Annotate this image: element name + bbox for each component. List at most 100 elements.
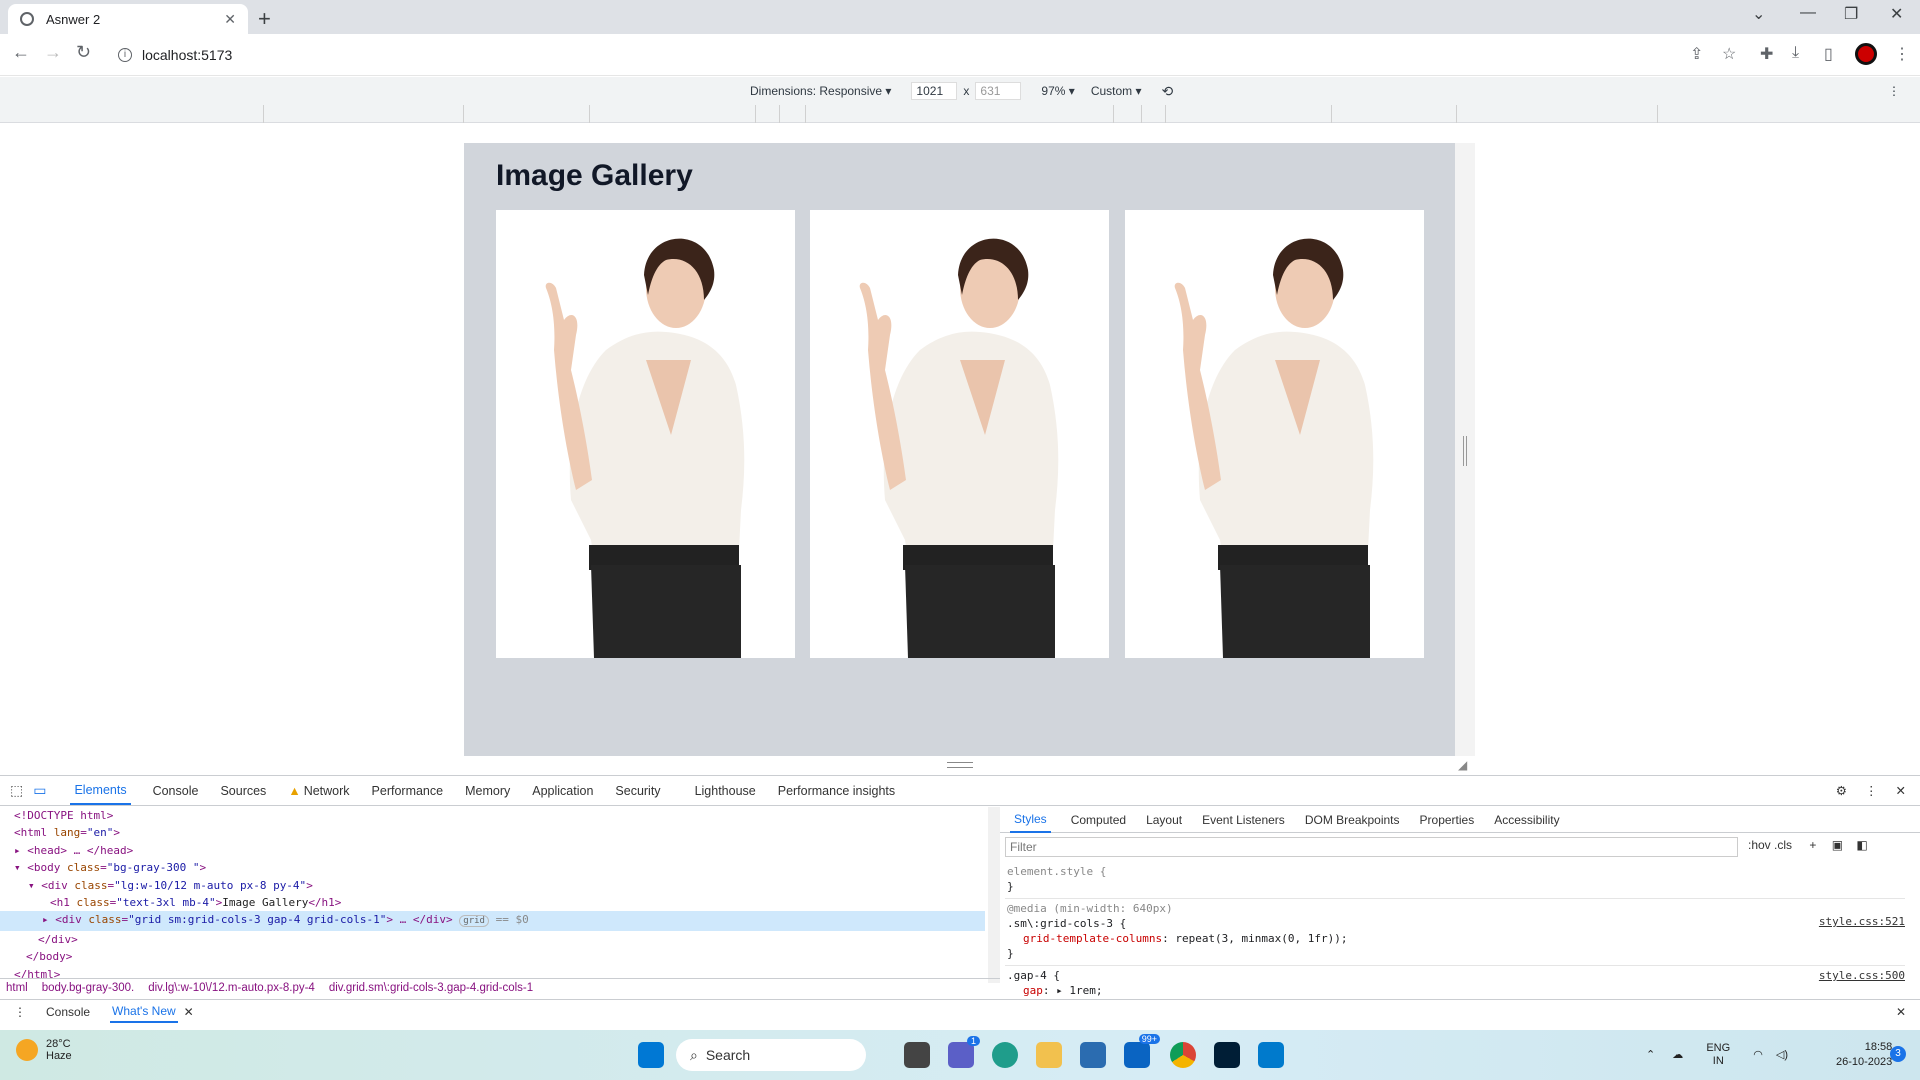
browser-tab[interactable]: Asnwer 2 ✕: [8, 4, 248, 34]
menu-icon[interactable]: ⋮: [1894, 44, 1910, 64]
close-window-button[interactable]: ✕: [1890, 4, 1903, 24]
drawer-tab-whats-new[interactable]: What's New: [110, 1001, 178, 1023]
tab-security[interactable]: Security: [615, 784, 660, 798]
chrome-icon[interactable]: [1170, 1042, 1196, 1068]
dimensions-select[interactable]: Dimensions: Responsive ▾: [750, 84, 891, 98]
computed-sidebar-icon[interactable]: ◧: [1856, 838, 1867, 852]
gap-rule[interactable]: .gap-4 { style.css:500 gap: ▸ 1rem;: [1005, 966, 1905, 1002]
volume-icon[interactable]: ◁): [1776, 1049, 1788, 1061]
css-value[interactable]: : ▸ 1rem;: [1043, 984, 1103, 997]
sidepanel-icon[interactable]: ▯: [1824, 44, 1833, 64]
breadcrumb-item[interactable]: html: [6, 982, 28, 994]
close-drawer-tab-icon[interactable]: ✕: [184, 1005, 194, 1019]
closing-body[interactable]: </body>: [0, 948, 985, 965]
hov-cls-toggles[interactable]: :hov .cls: [1748, 838, 1792, 852]
start-icon[interactable]: [638, 1042, 664, 1068]
css-value[interactable]: : repeat(3, minmax(0, 1fr));: [1162, 932, 1347, 945]
close-drawer-icon[interactable]: ✕: [1896, 1005, 1906, 1019]
info-icon[interactable]: i: [118, 48, 132, 62]
inspect-icon[interactable]: ⬚: [10, 782, 23, 799]
viewport-width-handle[interactable]: [1463, 436, 1467, 466]
tab-properties[interactable]: Properties: [1420, 813, 1475, 827]
forward-icon[interactable]: →: [44, 42, 62, 63]
css-property[interactable]: gap: [1023, 984, 1043, 997]
task-view-icon[interactable]: [904, 1042, 930, 1068]
source-link[interactable]: style.css:500: [1819, 968, 1905, 983]
container-div-node[interactable]: ▾ <div class="lg:w-10/12 m-auto px-8 py-…: [0, 877, 985, 894]
address-bar[interactable]: i localhost:5173: [110, 40, 1760, 70]
styles-filter-input[interactable]: Filter: [1005, 837, 1738, 857]
tab-event-listeners[interactable]: Event Listeners: [1202, 813, 1285, 827]
store-icon[interactable]: [1080, 1042, 1106, 1068]
breadcrumb-item[interactable]: body.bg-gray-300.: [42, 982, 134, 994]
tab-network[interactable]: Network: [304, 784, 350, 798]
closing-div[interactable]: </div>: [0, 931, 985, 948]
cloud-icon[interactable]: ☁: [1672, 1049, 1683, 1061]
grid-badge[interactable]: grid: [459, 915, 489, 928]
paint-icon[interactable]: ▣: [1832, 838, 1843, 852]
star-icon[interactable]: ☆: [1722, 44, 1736, 64]
width-input[interactable]: 1021: [911, 82, 958, 100]
tab-layout[interactable]: Layout: [1146, 813, 1182, 827]
height-input[interactable]: 631: [975, 82, 1022, 100]
elements-scrollbar[interactable]: [988, 807, 1000, 983]
tab-dom-breakpoints[interactable]: DOM Breakpoints: [1305, 813, 1400, 827]
extensions-icon[interactable]: ✚: [1760, 44, 1773, 64]
weather-widget[interactable]: 28°C Haze: [16, 1038, 72, 1062]
close-tab-icon[interactable]: ✕: [224, 11, 236, 28]
wifi-icon[interactable]: ◠: [1753, 1049, 1763, 1061]
back-icon[interactable]: ←: [12, 42, 30, 63]
breadcrumb-item[interactable]: div.lg\:w-10\/12.m-auto.px-8.py-4: [148, 982, 315, 994]
language-indicator[interactable]: ENG IN: [1706, 1042, 1730, 1068]
avatar[interactable]: [1855, 43, 1877, 65]
tab-styles[interactable]: Styles: [1010, 807, 1051, 833]
breadcrumb-item[interactable]: div.grid.sm\:grid-cols-3.gap-4.grid-cols…: [329, 982, 533, 994]
add-rule-icon[interactable]: +: [1809, 838, 1816, 852]
mail-icon[interactable]: 99+: [1124, 1034, 1160, 1068]
share-icon[interactable]: ⇪: [1690, 44, 1703, 64]
restore-button[interactable]: ❐: [1844, 4, 1858, 24]
minimize-button[interactable]: —: [1800, 4, 1816, 22]
element-style-rule[interactable]: element.style { }: [1005, 862, 1905, 899]
html-node[interactable]: <html lang="en">: [0, 824, 985, 841]
tab-lighthouse[interactable]: Lighthouse: [695, 784, 756, 798]
zoom-select[interactable]: 97% ▾: [1041, 84, 1074, 98]
taskbar-search[interactable]: ⌕ Search: [676, 1039, 866, 1071]
head-node[interactable]: ▸ <head> … </head>: [0, 842, 985, 859]
doctype-line[interactable]: <!DOCTYPE html>: [0, 807, 985, 824]
h1-node[interactable]: <h1 class="text-3xl mb-4">Image Gallery<…: [0, 894, 985, 911]
settings-icon[interactable]: ⚙: [1836, 783, 1847, 798]
tab-memory[interactable]: Memory: [465, 784, 510, 798]
devtools-menu-icon[interactable]: ⋮: [1865, 783, 1878, 798]
source-link[interactable]: style.css:521: [1819, 914, 1905, 929]
body-node[interactable]: ▾ <body class="bg-gray-300 ">: [0, 859, 985, 876]
chevron-down-icon[interactable]: ⌄: [1752, 4, 1765, 24]
photoshop-icon[interactable]: [1214, 1042, 1240, 1068]
notification-badge[interactable]: 3: [1890, 1046, 1906, 1062]
tab-performance[interactable]: Performance: [372, 784, 444, 798]
drawer-menu-icon[interactable]: ⋮: [14, 1005, 26, 1019]
grid-div-node[interactable]: ▸ <div class="grid sm:grid-cols-3 gap-4 …: [0, 911, 985, 931]
tab-accessibility[interactable]: Accessibility: [1494, 813, 1559, 827]
tab-console[interactable]: Console: [153, 784, 199, 798]
rotate-icon[interactable]: ⟲: [1162, 83, 1174, 100]
vscode-icon[interactable]: [1258, 1042, 1284, 1068]
viewport-height-handle[interactable]: [947, 762, 973, 768]
download-icon[interactable]: ⤓: [1792, 44, 1799, 62]
tab-computed[interactable]: Computed: [1071, 813, 1126, 827]
viewport-corner-handle[interactable]: ◢: [1458, 758, 1467, 772]
device-mode-icon[interactable]: ▭: [33, 782, 46, 799]
chevron-up-icon[interactable]: ⌃: [1646, 1049, 1655, 1061]
tab-application[interactable]: Application: [532, 784, 593, 798]
file-explorer-icon[interactable]: [1036, 1042, 1062, 1068]
css-property[interactable]: grid-template-columns: [1023, 932, 1162, 945]
close-devtools-icon[interactable]: ✕: [1896, 783, 1906, 798]
clock[interactable]: 18:58 26-10-2023: [1836, 1040, 1892, 1070]
tab-sources[interactable]: Sources: [220, 784, 266, 798]
drawer-tab-console[interactable]: Console: [46, 1005, 90, 1019]
tab-performance-insights[interactable]: Performance insights: [778, 784, 895, 798]
teams-icon[interactable]: 1: [948, 1036, 980, 1068]
throttle-select[interactable]: Custom ▾: [1091, 84, 1142, 98]
edge-icon[interactable]: [992, 1042, 1018, 1068]
tab-elements[interactable]: Elements: [70, 777, 131, 805]
